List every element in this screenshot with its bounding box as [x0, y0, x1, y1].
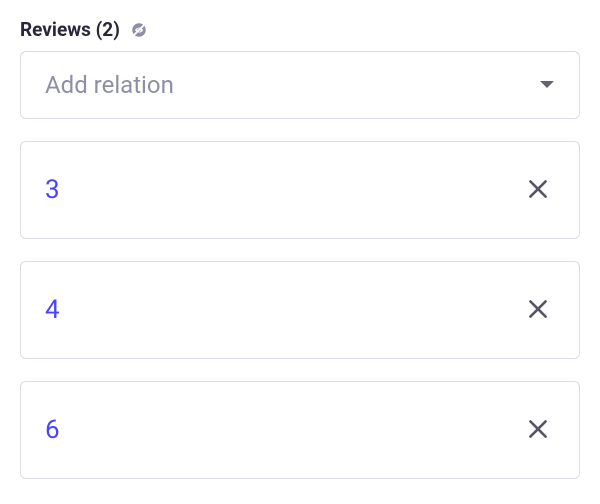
relation-link[interactable]: 6 — [45, 415, 60, 445]
relation-link[interactable]: 3 — [45, 175, 60, 205]
relation-item: 6 — [20, 381, 580, 479]
relation-list: 3 4 6 — [20, 141, 580, 479]
relation-link[interactable]: 4 — [45, 295, 60, 325]
relation-item: 3 — [20, 141, 580, 239]
close-icon — [525, 176, 551, 205]
remove-relation-button[interactable] — [521, 172, 555, 209]
caret-down-icon — [539, 80, 555, 90]
section-header: Reviews (2) — [20, 18, 580, 41]
section-title: Reviews (2) — [20, 18, 120, 41]
add-relation-select[interactable]: Add relation — [20, 51, 580, 119]
remove-relation-button[interactable] — [521, 292, 555, 329]
remove-relation-button[interactable] — [521, 412, 555, 449]
private-icon — [130, 21, 148, 39]
close-icon — [525, 296, 551, 325]
relation-item: 4 — [20, 261, 580, 359]
close-icon — [525, 416, 551, 445]
add-relation-placeholder: Add relation — [45, 71, 174, 99]
